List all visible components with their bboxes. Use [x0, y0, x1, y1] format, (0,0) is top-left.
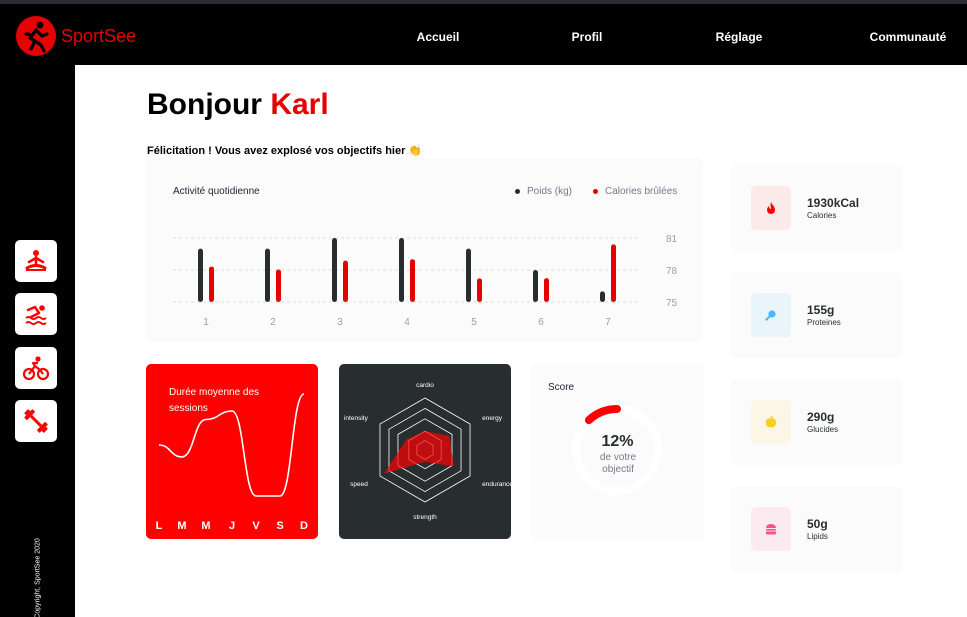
y-tick-label: 75: [666, 298, 678, 309]
nav-reglage[interactable]: Réglage: [716, 30, 763, 44]
calories-label: Calories: [807, 211, 837, 220]
sidebar-yoga-button[interactable]: [15, 240, 57, 282]
weight-bar: [332, 238, 337, 302]
keydata-protein-card: 155g Proteines: [731, 272, 902, 358]
kcard-icon-bg: [751, 400, 791, 444]
score-chart: Score 12% de votre objectif: [531, 364, 704, 539]
score-value: 12%: [601, 433, 634, 450]
kcard-icon-bg: [751, 293, 791, 337]
day-label: M: [201, 520, 210, 532]
radar-axis-label: endurance: [482, 481, 511, 488]
calories-bar: [477, 278, 482, 302]
top-navbar: SportSee Accueil Profil Réglage Communau…: [0, 0, 967, 65]
app-root: SportSee Accueil Profil Réglage Communau…: [0, 0, 967, 617]
weight-bar: [399, 238, 404, 302]
chicken-icon: [765, 310, 776, 321]
copyright-text: Copyright, SportSee 2020: [34, 538, 42, 617]
copyright: Copyright, SportSee 2020: [35, 537, 48, 617]
user-name: Karl: [270, 88, 329, 121]
radar-area: [384, 431, 454, 474]
radar-axis-label: strength: [413, 514, 437, 521]
sidebar: Copyright, SportSee 2020: [0, 65, 75, 617]
performance-radar-chart: cardio energy endurance strength speed intens…: [339, 364, 511, 539]
kcard-icon-bg: [751, 186, 791, 230]
protein-label: Proteines: [807, 318, 841, 327]
x-tick-label: 5: [471, 317, 477, 328]
calories-bar: [410, 259, 415, 302]
x-tick-label: 1: [203, 317, 209, 328]
calories-bar: [276, 269, 281, 302]
weight-bar: [600, 291, 605, 302]
keydata-lipids-card: 50g Lipids: [731, 486, 902, 572]
sessions-line: [158, 393, 305, 497]
keydata-calories-card: 1930kCal Calories: [731, 165, 902, 251]
sidebar-cycling-button[interactable]: [15, 347, 57, 389]
logo[interactable]: SportSee: [16, 16, 136, 56]
weight-bar: [533, 270, 538, 302]
nav-communaute[interactable]: Communauté: [870, 30, 947, 44]
kcard-icon-bg: [751, 507, 791, 551]
score-ring-progress: [584, 405, 621, 425]
page-title: Bonjour Karl: [147, 88, 329, 122]
calories-bar: [544, 278, 549, 302]
carbs-value: 290g: [807, 410, 835, 424]
weight-bar: [265, 248, 270, 302]
radar-axis-label: speed: [350, 481, 368, 488]
day-label: S: [276, 520, 283, 532]
x-tick-label: 2: [270, 317, 276, 328]
nav-profil[interactable]: Profil: [572, 30, 603, 44]
score-label: de votre objectif: [599, 452, 637, 475]
protein-value: 155g: [807, 303, 835, 317]
greeting: Bonjour: [147, 88, 262, 121]
activity-plot: 75 78 81 1 2 3 4 5 6 7: [173, 234, 678, 328]
carbs-label: Glucides: [807, 425, 839, 434]
yoga-icon: [25, 250, 47, 271]
day-label: D: [300, 520, 308, 532]
daily-activity-chart: Activité quotidienne Poids (kg) Calories…: [146, 158, 703, 342]
x-tick-label: 6: [538, 317, 544, 328]
day-label: M: [177, 520, 186, 532]
runner-logo-icon: [16, 16, 56, 56]
congrats-message: Félicitation ! Vous avez explosé vos obj…: [147, 145, 423, 157]
x-tick-label: 7: [605, 317, 611, 328]
x-tick-label: 3: [337, 317, 343, 328]
y-tick-label: 81: [666, 234, 678, 245]
y-tick-label: 78: [666, 266, 678, 277]
nav-accueil[interactable]: Accueil: [417, 30, 460, 44]
radar-axis-label: energy: [482, 415, 503, 422]
calories-bar: [343, 260, 348, 302]
apple-icon: [765, 415, 777, 428]
keydata-carbs-card: 290g Glucides: [731, 379, 902, 465]
calories-bar: [209, 266, 214, 302]
dumbbell-icon: [24, 409, 48, 433]
average-sessions-chart: Durée moyenne des sessions LMMJVSD: [146, 364, 318, 539]
radar-axis-label: cardio: [416, 382, 434, 389]
logo-text: SportSee: [61, 25, 137, 46]
burger-icon: [766, 524, 776, 535]
day-label: V: [252, 520, 260, 532]
radar-plot: cardio energy endurance strength speed intens…: [344, 382, 511, 521]
weight-bar: [198, 248, 203, 302]
calories-bar: [611, 244, 616, 302]
day-label: L: [156, 520, 163, 532]
fire-icon: [767, 202, 775, 214]
radar-axis-label: intensity: [344, 415, 369, 422]
sidebar-gym-button[interactable]: [15, 400, 57, 442]
lipids-value: 50g: [807, 517, 828, 531]
x-tick-label: 4: [404, 317, 410, 328]
weight-bar: [466, 248, 471, 302]
sidebar-swim-button[interactable]: [15, 293, 57, 335]
cycling-icon: [22, 356, 50, 381]
swimming-icon: [25, 305, 47, 325]
calories-value: 1930kCal: [807, 196, 860, 210]
lipids-label: Lipids: [807, 532, 828, 541]
day-label: J: [229, 520, 235, 532]
sessions-plot: LMMJVSD: [156, 393, 308, 532]
